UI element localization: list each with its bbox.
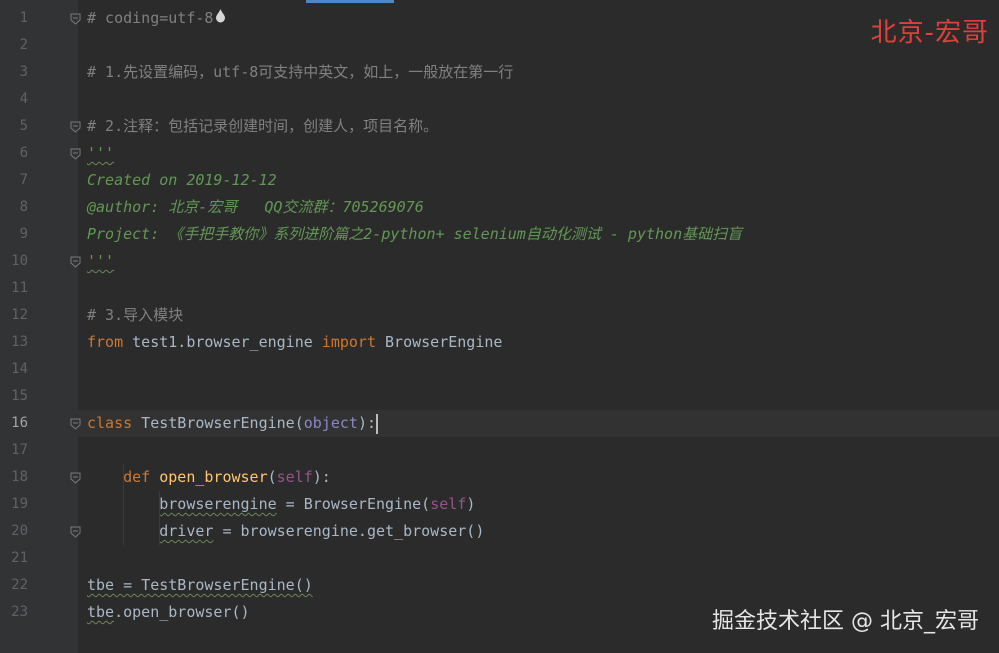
code-token: .open_browser() (114, 603, 250, 621)
code-token: import (321, 333, 376, 351)
code-line[interactable]: # 2.注释：包括记录创建时间，创建人，项目名称。 (78, 113, 999, 140)
code-line[interactable] (78, 383, 999, 410)
line-number: 17 (11, 442, 28, 458)
code-line[interactable] (78, 86, 999, 113)
code-token: test1.browser_engine (123, 333, 322, 351)
code-token: Created on 2019-12-12 (87, 171, 277, 189)
code-token: tbe = TestBrowserEngine() (87, 576, 313, 594)
code-line[interactable] (78, 275, 999, 302)
line-number: 23 (11, 604, 28, 620)
code-line[interactable] (78, 545, 999, 572)
line-number: 7 (19, 172, 28, 188)
line-number: 9 (19, 226, 28, 242)
code-line[interactable]: browserengine = BrowserEngine(self) (78, 491, 999, 518)
fold-toggle-icon[interactable] (70, 472, 81, 484)
code-editor[interactable]: 1 2 3 4 5 6 7 8 9 10 11 12 13 14 15 16 17 18 19 20 21 22 23 # … (0, 0, 999, 653)
line-number: 13 (11, 334, 28, 350)
code-token: ''' (87, 252, 115, 270)
code-token: def (123, 468, 151, 486)
code-line[interactable]: tbe = TestBrowserEngine() (78, 572, 999, 599)
code-token: = browserengine.get_browser() (213, 522, 485, 540)
code-token: object (303, 414, 358, 432)
code-token: class (87, 414, 133, 432)
author-watermark: 北京-宏哥 (870, 18, 989, 48)
code-line[interactable] (78, 356, 999, 383)
code-token: Project: 《手把手教你》系列进阶篇之2-python+ selenium… (87, 225, 743, 243)
line-number: 2 (19, 37, 28, 53)
line-number: 21 (11, 550, 28, 566)
fold-toggle-icon[interactable] (70, 256, 81, 268)
code-token: ( (294, 414, 304, 432)
code-token: # 3.导入模块 (87, 306, 184, 324)
code-line[interactable]: driver = browserengine.get_browser() (78, 518, 999, 545)
line-number: 10 (11, 253, 28, 269)
code-line[interactable]: class TestBrowserEngine(object): (78, 410, 999, 437)
code-line[interactable]: from test1.browser_engine import Browser… (78, 329, 999, 356)
code-token: # coding=utf-8 (87, 9, 214, 27)
code-line[interactable]: ''' (78, 140, 999, 167)
fold-toggle-icon[interactable] (70, 148, 81, 160)
line-number: 6 (19, 145, 28, 161)
code-line[interactable]: # 1.先设置编码，utf-8可支持中英文，如上，一般放在第一行 (78, 59, 999, 86)
code-token: TestBrowserEngine (132, 414, 295, 432)
code-token: self (276, 468, 313, 486)
code-token: # 1.先设置编码，utf-8可支持中英文，如上，一般放在第一行 (87, 63, 514, 81)
code-token: # 2.注释：包括记录创建时间，创建人，项目名称。 (87, 117, 439, 135)
code-line[interactable] (78, 32, 999, 59)
text-caret (376, 413, 378, 434)
code-line[interactable]: Created on 2019-12-12 (78, 167, 999, 194)
line-number: 5 (19, 118, 28, 134)
code-line[interactable]: ''' (78, 248, 999, 275)
fold-toggle-icon[interactable] (70, 418, 81, 430)
line-number: 12 (11, 307, 28, 323)
line-number: 20 (11, 523, 28, 539)
line-number: 19 (11, 496, 28, 512)
line-number: 15 (11, 388, 28, 404)
code-line[interactable] (78, 437, 999, 464)
line-number: 1 (19, 10, 28, 26)
site-watermark: 掘金技术社区 @ 北京_宏哥 (712, 609, 979, 634)
indent-guide (123, 464, 124, 545)
fold-toggle-icon[interactable] (70, 526, 81, 538)
code-token: ): (312, 468, 331, 486)
intention-bulb-icon[interactable] (215, 5, 226, 32)
code-token: BrowserEngine (376, 333, 503, 351)
code-line[interactable]: def open_browser(self): (78, 464, 999, 491)
code-token: @author: 北京-宏哥 QQ交流群：705269076 (87, 198, 424, 216)
code-area[interactable]: # coding=utf-8 # 1.先设置编码，utf-8可支持中英文，如上，一… (78, 0, 999, 653)
code-token: ( (267, 468, 277, 486)
code-token: tbe (87, 603, 115, 621)
code-token: ): (357, 414, 376, 432)
code-token: browserengine (159, 495, 277, 513)
fold-toggle-icon[interactable] (70, 13, 81, 25)
code-line[interactable]: # coding=utf-8 (78, 5, 999, 32)
line-number: 22 (11, 577, 28, 593)
code-token: = BrowserEngine( (276, 495, 431, 513)
line-number: 8 (19, 199, 28, 215)
line-number: 18 (11, 469, 28, 485)
code-token: open_browser (159, 468, 268, 486)
line-number: 4 (19, 91, 28, 107)
line-number: 3 (19, 64, 28, 80)
code-token: from (87, 333, 124, 351)
code-line[interactable]: Project: 《手把手教你》系列进阶篇之2-python+ selenium… (78, 221, 999, 248)
line-number: 14 (11, 361, 28, 377)
code-token: ''' (87, 144, 115, 162)
code-token: ) (466, 495, 476, 513)
line-number: 11 (11, 280, 28, 296)
line-number-gutter: 1 2 3 4 5 6 7 8 9 10 11 12 13 14 15 16 17 18 19 20 21 22 23 (0, 0, 78, 653)
code-line[interactable]: # 3.导入模块 (78, 302, 999, 329)
code-token: self (430, 495, 467, 513)
indent-guide (159, 491, 160, 545)
code-line[interactable]: @author: 北京-宏哥 QQ交流群：705269076 (78, 194, 999, 221)
line-number: 16 (11, 415, 28, 431)
fold-toggle-icon[interactable] (70, 121, 81, 133)
code-token: driver (159, 522, 214, 540)
